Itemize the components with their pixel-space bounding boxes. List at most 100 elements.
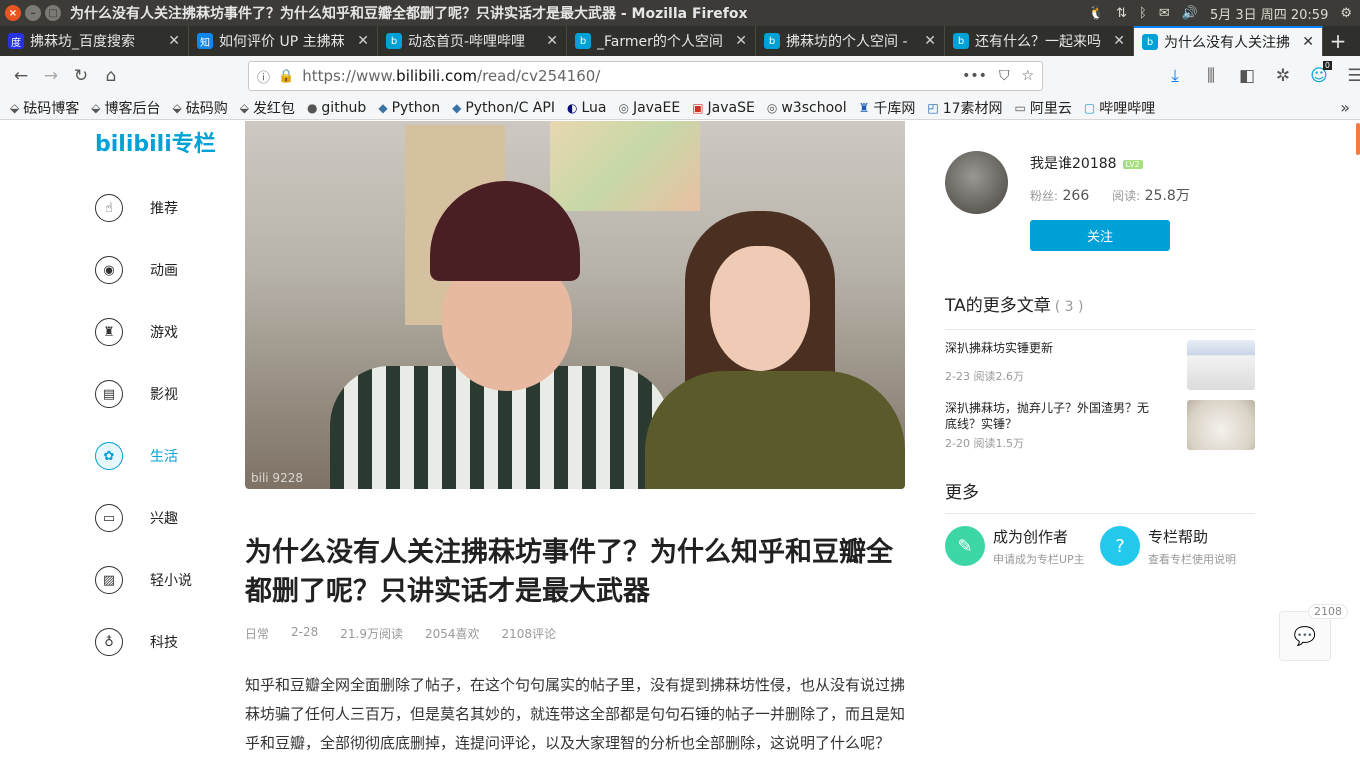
bookmark-item[interactable]: ◎ w3school <box>767 100 847 116</box>
level-badge: LV2 <box>1122 159 1143 169</box>
related-article[interactable]: 深扒拂菻坊，抛弃儿子？外国渣男？无底线？实锤？ 2-20 阅读1.5万 <box>945 400 1255 452</box>
article-category[interactable]: 日常 <box>245 625 269 642</box>
tab-close-icon[interactable]: ✕ <box>1302 34 1314 50</box>
tab-bilibili-dynamic[interactable]: b 动态首页-哔哩哔哩 ✕ <box>378 26 567 56</box>
bookmark-item[interactable]: ⬙ 博客后台 <box>91 98 160 118</box>
card-subtitle: 申请成为专栏UP主 <box>993 553 1085 566</box>
bookmark-item[interactable]: ◎ JavaEE <box>618 100 680 116</box>
sidebar-item-interest[interactable]: ▭ 兴趣 <box>95 487 215 549</box>
url-text[interactable]: https://www.bilibili.com/read/cv254160/ <box>302 67 950 85</box>
download-icon[interactable]: ⤓ <box>1162 61 1188 91</box>
column-help-card[interactable]: ? 专栏帮助 查看专栏使用说明 <box>1100 526 1236 567</box>
tab-label: _Farmer的个人空间 <box>597 34 723 50</box>
bookmark-star-icon[interactable]: ☆ <box>1021 68 1034 84</box>
more-articles-heading: TA的更多文章( 3 ) <box>945 291 1255 330</box>
bookmark-item[interactable]: ♜ 千库网 <box>859 98 916 118</box>
bookmark-item[interactable]: ◆ Python <box>378 100 440 116</box>
sidebar-item-games[interactable]: ♜ 游戏 <box>95 301 215 363</box>
bilibili-helper-icon[interactable]: ☺ 0 <box>1306 61 1332 91</box>
address-bar[interactable]: ⓘ 🔒 https://www.bilibili.com/read/cv2541… <box>248 61 1043 91</box>
pocket-icon[interactable]: ⛉ <box>999 68 1010 84</box>
related-article-title[interactable]: 深扒拂菻坊实锤更新 <box>945 340 1160 356</box>
card-title: 成为创作者 <box>993 528 1069 546</box>
bookmark-item[interactable]: ◐ Lua <box>567 100 607 116</box>
settings-gear-icon[interactable]: ⚙ <box>1340 6 1352 21</box>
scrollbar-thumb[interactable] <box>1356 123 1360 155</box>
bookmark-item[interactable]: ⬙ 发红包 <box>240 98 295 118</box>
window-close-button[interactable]: × <box>5 5 21 21</box>
tab-current-article[interactable]: b 为什么没有人关注拂 ✕ <box>1134 26 1323 56</box>
info-icon[interactable]: ⓘ <box>257 67 270 86</box>
tab-close-icon[interactable]: ✕ <box>357 33 369 49</box>
fans-count: 266 <box>1062 188 1090 204</box>
related-article-thumbnail[interactable] <box>1187 340 1255 390</box>
volume-icon[interactable]: 🔊 <box>1182 6 1198 21</box>
bookmark-item[interactable]: ⬙ 砝码博客 <box>10 98 79 118</box>
forward-arrow-icon[interactable]: → <box>36 61 66 91</box>
article-comments[interactable]: 2108评论 <box>502 625 557 642</box>
follow-button[interactable]: 关注 <box>1030 220 1170 251</box>
window-maximize-button[interactable]: □ <box>45 5 61 21</box>
sidebar-item-tech[interactable]: ♁ 科技 <box>95 611 215 673</box>
back-arrow-icon[interactable]: ← <box>6 61 36 91</box>
bilibili-icon: b <box>386 33 402 49</box>
network-icon[interactable]: ⇅ <box>1116 6 1127 21</box>
bookmark-item[interactable]: ● github <box>307 100 366 116</box>
sidebar-item-light-novel[interactable]: ▨ 轻小说 <box>95 549 215 611</box>
menu-hamburger-icon[interactable]: ☰ <box>1342 61 1360 91</box>
tab-close-icon[interactable]: ✕ <box>924 33 936 49</box>
tab-close-icon[interactable]: ✕ <box>1113 33 1125 49</box>
sidebar-item-film[interactable]: ▤ 影视 <box>95 363 215 425</box>
tab-fulinfang-space[interactable]: b 拂菻坊的个人空间 - ✕ <box>756 26 945 56</box>
tab-label: 拂菻坊的个人空间 - <box>786 34 908 50</box>
sidebar-item-label: 动画 <box>150 263 178 279</box>
bookmark-item[interactable]: ◆ Python/C API <box>452 100 555 116</box>
tab-close-icon[interactable]: ✕ <box>168 33 180 49</box>
author-name[interactable]: 我是谁20188 <box>1030 156 1117 172</box>
planet-icon: ♁ <box>95 628 123 656</box>
avatar[interactable] <box>945 151 1008 214</box>
banner-sweater <box>645 371 905 489</box>
reload-icon[interactable]: ↻ <box>66 61 96 91</box>
article-body: 知乎和豆瓣全网全面删除了帖子，在这个句句属实的帖子里，没有提到拂菻坊性侵，也从没… <box>245 676 906 752</box>
sidebar-item-label: 游戏 <box>150 325 178 341</box>
bookmarks-overflow-icon[interactable]: » <box>1340 98 1350 117</box>
related-article-title[interactable]: 深扒拂菻坊，抛弃儿子？外国渣男？无底线？实锤？ <box>945 400 1160 432</box>
bookmark-item[interactable]: ▣ JavaSE <box>692 100 755 116</box>
bilibili-icon: b <box>953 33 969 49</box>
tab-baidu[interactable]: 度拂菻坊_百度搜索 ✕ <box>0 26 189 56</box>
tab-farmer-space[interactable]: b _Farmer的个人空间 ✕ <box>567 26 756 56</box>
home-icon[interactable]: ⌂ <box>96 61 126 91</box>
window-minimize-button[interactable]: – <box>25 5 41 21</box>
bilibili-column-logo[interactable]: bilibili专栏 <box>95 126 216 158</box>
sidebar-item-recommend[interactable]: ☝ 推荐 <box>95 177 215 239</box>
extension-icon[interactable]: ✲ <box>1270 61 1296 91</box>
tux-icon[interactable]: 🐧 <box>1088 6 1104 21</box>
article-likes: 2054喜欢 <box>424 627 480 641</box>
related-article[interactable]: 深扒拂菻坊实锤更新 2-23 阅读2.6万 <box>945 340 1255 392</box>
new-tab-button[interactable]: + <box>1323 26 1353 56</box>
zhihu-icon: 知 <box>197 33 213 49</box>
mail-icon[interactable]: ✉ <box>1159 6 1170 21</box>
sidebar-icon[interactable]: ◧ <box>1234 61 1260 91</box>
qianku-icon: ♜ <box>858 100 870 115</box>
bluetooth-icon[interactable]: ᛒ <box>1139 6 1147 21</box>
tab-zhihu[interactable]: 知如何评价 UP 主拂菻 ✕ <box>189 26 378 56</box>
lock-icon[interactable]: 🔒 <box>278 69 294 84</box>
related-article-thumbnail[interactable] <box>1187 400 1255 450</box>
tab-label: 如何评价 UP 主拂菻 <box>219 34 345 50</box>
clock[interactable]: 5月 3日 周四 20:59 <box>1210 4 1328 23</box>
bookmark-item[interactable]: ▢ 哔哩哔哩 <box>1084 98 1155 118</box>
recommend-icon: ☝ <box>95 194 123 222</box>
become-creator-card[interactable]: ✎ 成为创作者 申请成为专栏UP主 <box>945 526 1085 567</box>
tab-what-else[interactable]: b 还有什么？一起来吗 ✕ <box>945 26 1134 56</box>
tab-close-icon[interactable]: ✕ <box>546 33 558 49</box>
bookmark-item[interactable]: ⬙ 砝码购 <box>172 98 227 118</box>
tab-close-icon[interactable]: ✕ <box>735 33 747 49</box>
bookmark-item[interactable]: ▭ 阿里云 <box>1015 98 1072 118</box>
bookmark-item[interactable]: ◰ 17素材网 <box>927 98 1002 118</box>
library-icon[interactable]: ⫼ <box>1198 61 1224 91</box>
page-actions-icon[interactable]: ••• <box>962 68 987 84</box>
sidebar-item-life[interactable]: ✿ 生活 <box>95 425 215 487</box>
sidebar-item-animation[interactable]: ◉ 动画 <box>95 239 215 301</box>
